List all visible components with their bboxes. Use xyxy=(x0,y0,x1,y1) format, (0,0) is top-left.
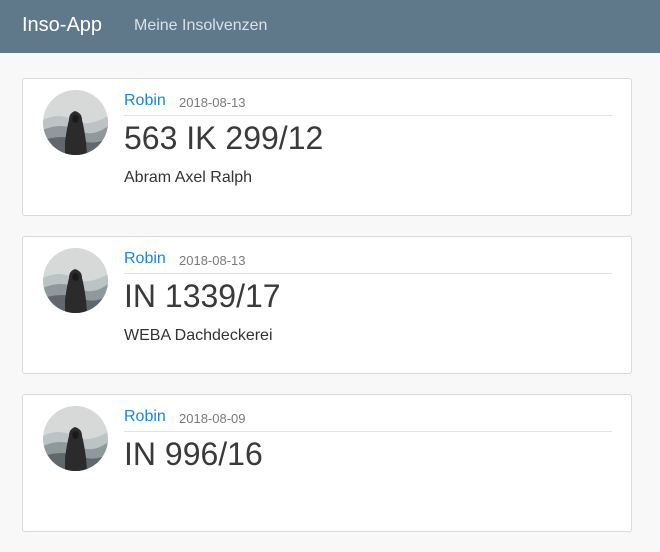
case-number[interactable]: IN 996/16 xyxy=(124,436,263,473)
entry-meta: Robin 2018-08-09 xyxy=(124,408,612,432)
author-link[interactable]: Robin xyxy=(124,408,166,426)
avatar-icon[interactable] xyxy=(43,248,108,313)
entry-date: 2018-08-13 xyxy=(179,253,246,268)
case-number[interactable]: IN 1339/17 xyxy=(124,278,281,315)
top-navbar: Inso-App Meine Insolvenzen xyxy=(0,0,660,53)
author-link[interactable]: Robin xyxy=(124,250,166,268)
insolvency-card[interactable]: Robin 2018-08-13 563 IK 299/12 Abram Axe… xyxy=(22,78,632,216)
debtor-name: WEBA Dachdeckerei xyxy=(124,327,273,344)
insolvency-feed: Robin 2018-08-13 563 IK 299/12 Abram Axe… xyxy=(22,78,632,552)
insolvency-card[interactable]: Robin 2018-08-13 IN 1339/17 WEBA Dachdec… xyxy=(22,236,632,374)
entry-meta: Robin 2018-08-13 xyxy=(124,250,612,274)
entry-date: 2018-08-13 xyxy=(179,95,246,110)
case-number[interactable]: 563 IK 299/12 xyxy=(124,120,323,157)
avatar-icon[interactable] xyxy=(43,406,108,471)
nav-link-my-insolvencies[interactable]: Meine Insolvenzen xyxy=(134,17,267,35)
debtor-name: Abram Axel Ralph xyxy=(124,169,253,186)
entry-date: 2018-08-09 xyxy=(179,411,246,426)
app-brand[interactable]: Inso-App xyxy=(22,14,102,37)
entry-meta: Robin 2018-08-13 xyxy=(124,92,612,116)
author-link[interactable]: Robin xyxy=(124,92,166,110)
insolvency-card[interactable]: Robin 2018-08-09 IN 996/16 xyxy=(22,394,632,532)
avatar-icon[interactable] xyxy=(43,90,108,155)
